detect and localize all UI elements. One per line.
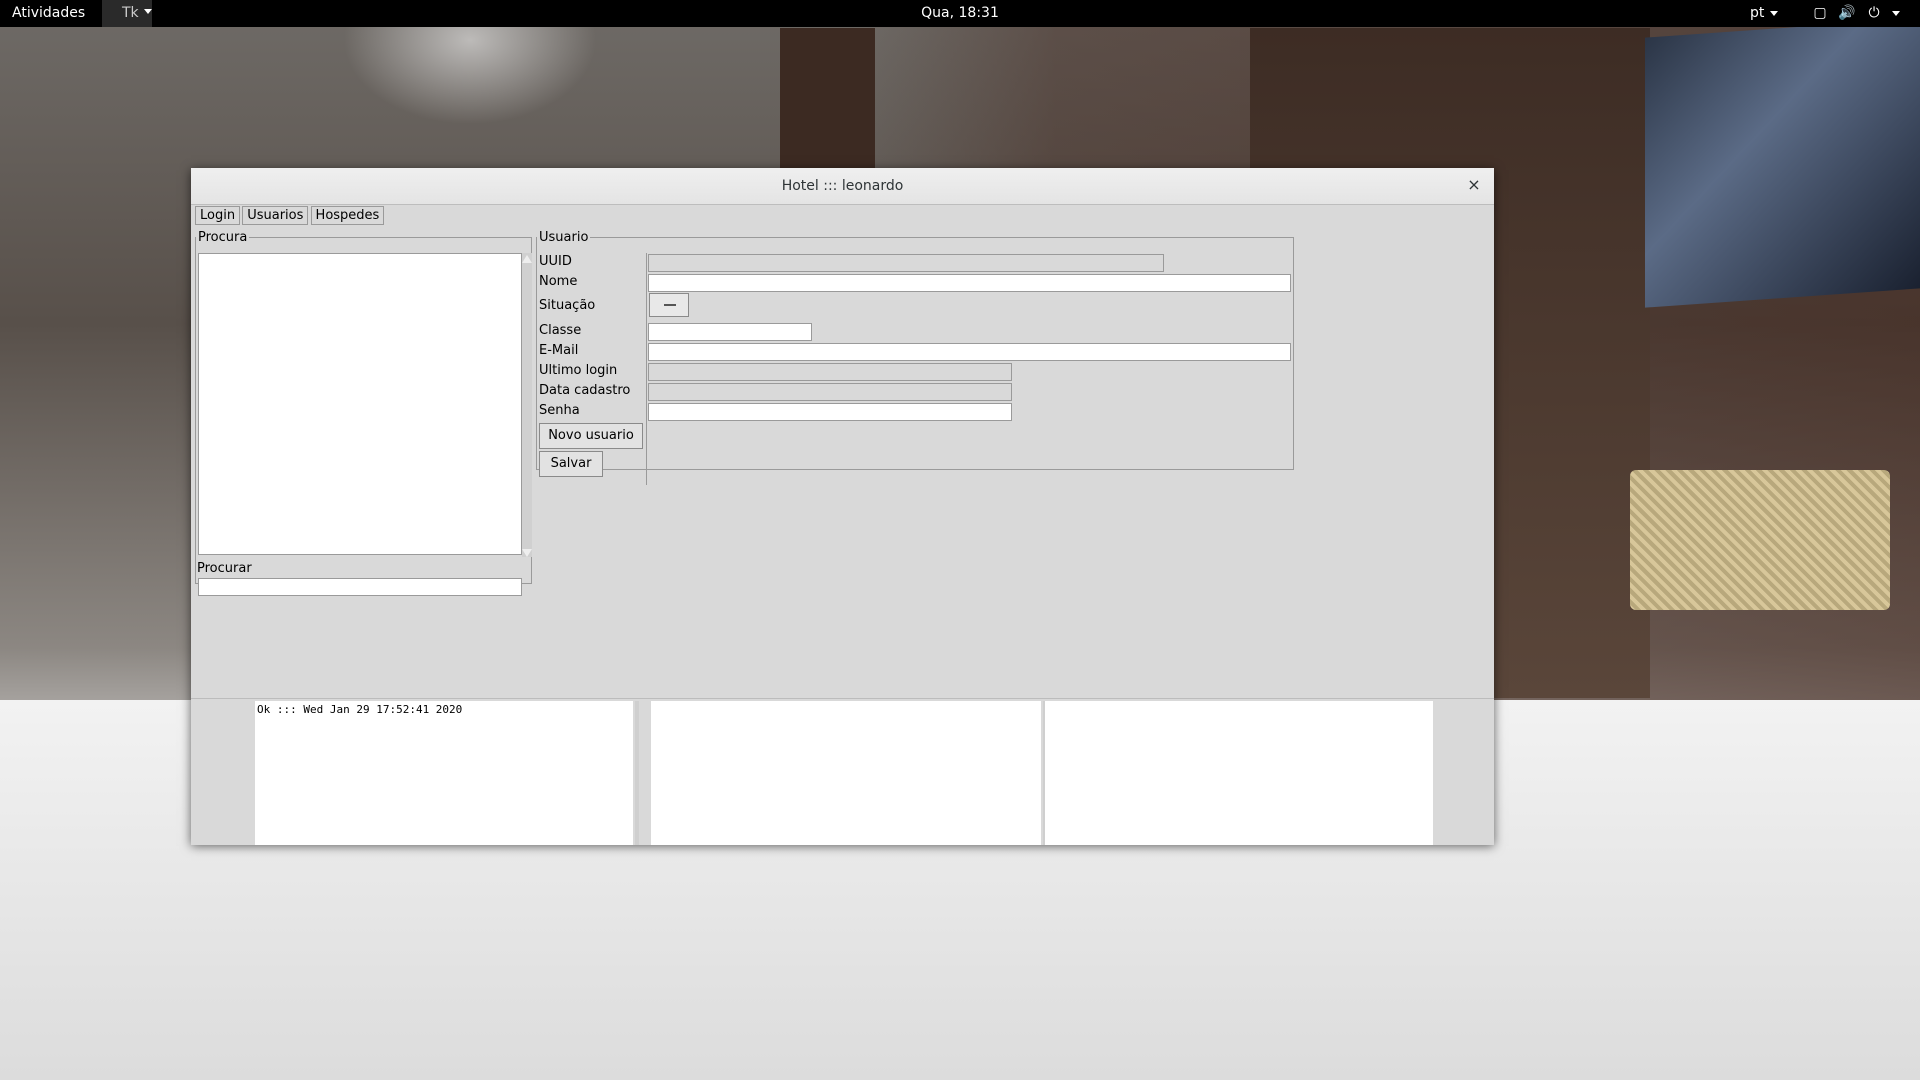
status-bar: Ok ::: Wed Jan 29 17:52:41 2020 <box>191 698 1494 845</box>
volume-icon[interactable]: 🔊 <box>1838 5 1855 21</box>
background-tv <box>1645 18 1920 308</box>
clock[interactable]: Qua, 18:31 <box>0 5 1920 21</box>
data-cadastro-field <box>648 383 1012 401</box>
background-chair <box>1630 470 1890 610</box>
search-label: Procurar <box>197 561 252 576</box>
uuid-field <box>648 254 1164 272</box>
procura-group: Procura Procurar <box>195 230 532 596</box>
language-label: pt <box>1750 5 1765 21</box>
window-titlebar[interactable]: Hotel ::: leonardo × <box>191 168 1494 205</box>
ultimo-login-label: Ultimo login <box>539 363 618 378</box>
menu-indicator-icon <box>664 304 676 306</box>
status-pane-3[interactable] <box>1045 701 1433 845</box>
tab-hospedes[interactable]: Hospedes <box>310 206 385 225</box>
user-listbox[interactable] <box>198 253 522 555</box>
status-pane-2[interactable] <box>651 701 1041 845</box>
chevron-down-icon[interactable] <box>1888 5 1904 21</box>
window-icon[interactable]: ▢ <box>1812 5 1828 21</box>
usuario-legend: Usuario <box>539 230 589 245</box>
tab-usuarios[interactable]: Usuarios <box>242 206 309 225</box>
email-field[interactable] <box>648 343 1291 361</box>
tab-login[interactable]: Login <box>195 206 241 225</box>
window-title: Hotel ::: leonardo <box>781 178 904 194</box>
status-message: Ok ::: Wed Jan 29 17:52:41 2020 <box>257 703 463 716</box>
usuario-group: Usuario UUID Nome Situação Classe E-Mail… <box>536 230 1294 485</box>
ultimo-login-field <box>648 363 1012 381</box>
salvar-button[interactable]: Salvar <box>539 451 603 477</box>
top-bar: Atividades Tk Qua, 18:31 pt ▢ 🔊 ⏻ <box>0 0 1920 27</box>
situacao-select[interactable] <box>649 293 689 317</box>
procura-legend: Procura <box>198 230 248 245</box>
background-beam <box>780 28 875 168</box>
status-pane-1[interactable]: Ok ::: Wed Jan 29 17:52:41 2020 <box>255 701 633 845</box>
chevron-down-icon <box>1770 10 1779 16</box>
nome-label: Nome <box>539 274 578 289</box>
uuid-label: UUID <box>539 254 572 269</box>
app-window: Hotel ::: leonardo × Login Usuarios Hosp… <box>191 168 1494 845</box>
power-icon[interactable]: ⏻ <box>1866 5 1882 21</box>
language-selector[interactable]: pt <box>1750 5 1779 21</box>
data-cadastro-label: Data cadastro <box>539 383 631 398</box>
tab-bar: Login Usuarios Hospedes <box>195 206 385 226</box>
senha-field[interactable] <box>648 403 1012 421</box>
email-label: E-Mail <box>539 343 579 358</box>
search-input[interactable] <box>198 578 522 596</box>
listbox-scrollbar[interactable] <box>522 253 532 557</box>
classe-label: Classe <box>539 323 582 338</box>
senha-label: Senha <box>539 403 580 418</box>
close-icon[interactable]: × <box>1464 175 1484 195</box>
situacao-label: Situação <box>539 298 596 313</box>
pane-divider[interactable] <box>635 701 639 845</box>
novo-usuario-button[interactable]: Novo usuario <box>539 423 643 449</box>
scroll-up-icon[interactable] <box>522 255 532 263</box>
nome-field[interactable] <box>648 274 1291 292</box>
classe-field[interactable] <box>648 323 812 341</box>
scroll-down-icon[interactable] <box>522 549 532 557</box>
